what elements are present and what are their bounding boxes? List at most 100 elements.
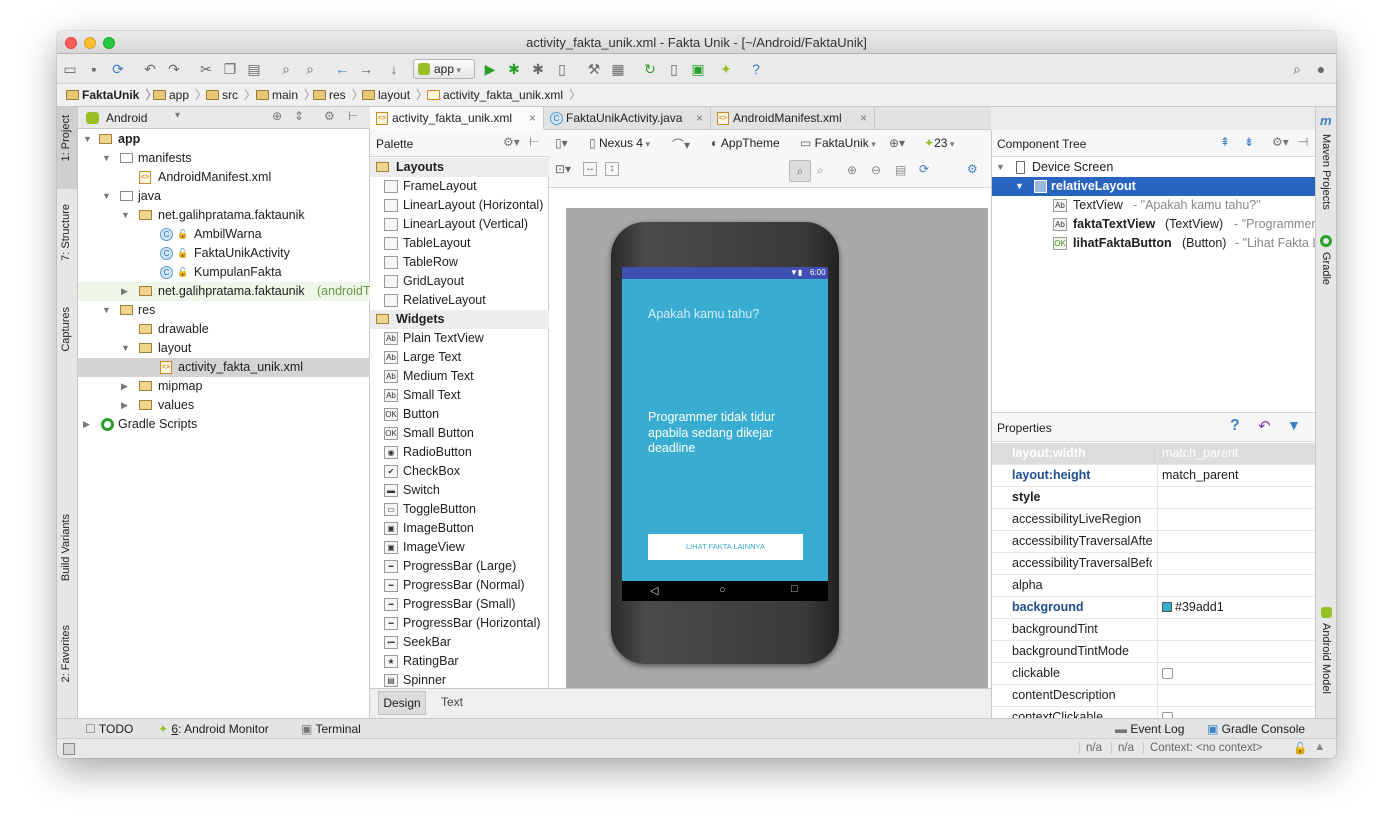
checkbox[interactable]: [1162, 668, 1173, 679]
property-row[interactable]: accessibilityTraversalBefore: [992, 553, 1316, 575]
collapse-all-icon[interactable]: ⇕: [294, 109, 304, 123]
property-value[interactable]: [1157, 685, 1316, 706]
property-value[interactable]: [1157, 531, 1316, 552]
palette-item[interactable]: ━ ProgressBar (Small): [370, 595, 549, 614]
palette-item[interactable]: Ab Large Text: [370, 348, 549, 367]
palette-item[interactable]: ━ ProgressBar (Large): [370, 557, 549, 576]
property-value[interactable]: #39add1: [1157, 597, 1316, 618]
chevron-down-icon[interactable]: ▾: [175, 110, 180, 121]
android-monitor-tool-button[interactable]: ✦ 6: Android Monitor: [158, 722, 269, 736]
question-text[interactable]: Apakah kamu tahu?: [648, 307, 759, 321]
device-select[interactable]: ▯ Nexus 4 ▾: [589, 136, 650, 150]
gradle-console-tool-button[interactable]: ▣ Gradle Console: [1207, 722, 1305, 736]
tree-row-mipmap[interactable]: ▶ mipmap: [78, 377, 370, 396]
search-everywhere-icon[interactable]: ⌕: [1288, 60, 1306, 78]
palette-item[interactable]: OK Button: [370, 405, 549, 424]
device-monitor-icon[interactable]: ▣: [689, 60, 707, 78]
zoom-out-icon[interactable]: ⊖: [871, 163, 881, 177]
tree-row-res[interactable]: ▼ res: [78, 301, 370, 320]
property-row[interactable]: backgroundTintMode: [992, 641, 1316, 663]
terminal-tool-button[interactable]: ▣ Terminal: [301, 722, 361, 736]
palette-item[interactable]: ▭ ToggleButton: [370, 500, 549, 519]
property-value[interactable]: [1157, 575, 1316, 596]
help-icon[interactable]: ?: [747, 60, 765, 78]
run-icon[interactable]: ▶: [481, 60, 499, 78]
redo-icon[interactable]: ↷: [165, 60, 183, 78]
tree-row-drawable[interactable]: drawable: [78, 320, 370, 339]
find-icon[interactable]: ⌕: [277, 60, 295, 78]
undo-icon[interactable]: ↶: [141, 60, 159, 78]
close-tab-icon[interactable]: ×: [696, 107, 703, 130]
attach-debugger-icon[interactable]: ✱: [529, 60, 547, 78]
tree-node-lihatfaktabutton[interactable]: OK lihatFaktaButton (Button) - "Lihat Fakta…: [992, 234, 1319, 253]
fact-text[interactable]: Programmer tidak tidur apabila sedang di…: [648, 410, 798, 457]
breadcrumb-item[interactable]: main 〉: [255, 84, 316, 106]
palette-item[interactable]: ✔ CheckBox: [370, 462, 549, 481]
palette-item[interactable]: Ab Medium Text: [370, 367, 549, 386]
sdk-manager-icon[interactable]: ▦: [609, 60, 627, 78]
palette-item[interactable]: ▬ Switch: [370, 481, 549, 500]
forward-icon[interactable]: →: [357, 60, 375, 78]
minimize-window-button[interactable]: [84, 37, 96, 49]
palette-item[interactable]: OK Small Button: [370, 424, 549, 443]
palette-group[interactable]: Layouts: [370, 158, 549, 177]
recents-icon[interactable]: □: [791, 583, 798, 595]
palette-item[interactable]: ★ RatingBar: [370, 652, 549, 671]
lock-icon[interactable]: 🔓: [1293, 741, 1307, 755]
property-row[interactable]: layout:height match_parent: [992, 465, 1316, 487]
open-folder-icon[interactable]: ▭: [61, 60, 79, 78]
help-icon[interactable]: ?: [1230, 417, 1240, 435]
property-row[interactable]: backgroundTint: [992, 619, 1316, 641]
apply-changes-icon[interactable]: ▯: [553, 60, 571, 78]
tree-node-faktatextview[interactable]: Ab faktaTextView (TextView) - "Programmer: [992, 215, 1316, 234]
palette-item[interactable]: •━ SeekBar: [370, 633, 549, 652]
text-tab[interactable]: Text: [428, 691, 476, 715]
restore-default-icon[interactable]: ↶: [1258, 417, 1271, 435]
zoom-actual-icon[interactable]: ⌕: [817, 163, 824, 178]
cut-icon[interactable]: ✂: [197, 60, 215, 78]
run-config-select[interactable]: app ▾: [413, 59, 475, 79]
design-tab[interactable]: Design: [378, 691, 426, 715]
close-window-button[interactable]: [65, 37, 77, 49]
property-value[interactable]: [1157, 619, 1316, 640]
property-value[interactable]: [1157, 487, 1316, 508]
tree-row-java[interactable]: ▼ java: [78, 187, 370, 206]
breadcrumb-item[interactable]: activity_fakta_unik.xml 〉: [426, 84, 581, 106]
tree-row-ambilwarna[interactable]: C 🔓 AmbilWarna: [78, 225, 370, 244]
palette-item[interactable]: ▣ ImageView: [370, 538, 549, 557]
gear-icon[interactable]: ⚙: [324, 109, 335, 123]
tool-tab-structure[interactable]: 7: Structure: [60, 204, 72, 261]
property-row[interactable]: style: [992, 487, 1316, 509]
property-value[interactable]: match_parent: [1157, 443, 1316, 464]
tree-row-faktaunikactivity[interactable]: C 🔓 FaktaUnikActivity: [78, 244, 370, 263]
locale-icon[interactable]: ⊕▾: [889, 136, 905, 150]
gear-icon[interactable]: ⚙▾: [503, 135, 520, 149]
tool-tab-captures[interactable]: Captures: [60, 307, 72, 352]
palette-item[interactable]: ▣ ImageButton: [370, 519, 549, 538]
back-icon[interactable]: ←: [333, 60, 351, 78]
tool-windows-toggle-icon[interactable]: [63, 743, 75, 755]
screenshot-icon[interactable]: ▤: [895, 163, 906, 177]
palette-item[interactable]: Ab Plain TextView: [370, 329, 549, 348]
tree-row-app[interactable]: ▼ app: [78, 130, 370, 149]
tree-row-activity-layout-selected[interactable]: <> activity_fakta_unik.xml: [78, 358, 370, 377]
tree-node-relativelayout-selected[interactable]: ▼ relativeLayout: [992, 177, 1316, 196]
property-row[interactable]: accessibilityLiveRegion: [992, 509, 1316, 531]
palette-group[interactable]: Widgets: [370, 310, 549, 329]
tool-tab-build-variants[interactable]: Build Variants: [60, 514, 72, 581]
palette-item[interactable]: GridLayout: [370, 272, 549, 291]
collapse-all-icon[interactable]: ⇟: [1244, 135, 1254, 149]
refresh-icon[interactable]: ⟳: [919, 162, 929, 176]
tree-node-textview[interactable]: Ab TextView - "Apakah kamu tahu?": [992, 196, 1316, 215]
back-icon[interactable]: ◁: [650, 584, 658, 597]
palette-item[interactable]: FrameLayout: [370, 177, 549, 196]
editor-tab-manifest[interactable]: <> AndroidManifest.xml ×: [711, 107, 875, 130]
filter-icon[interactable]: ▼: [1287, 417, 1301, 433]
orientation-icon[interactable]: ⌒▾: [672, 136, 690, 153]
zoom-to-fit-icon[interactable]: ⌕: [789, 160, 811, 182]
property-row[interactable]: contextClickable: [992, 707, 1316, 718]
palette-item[interactable]: LinearLayout (Horizontal): [370, 196, 549, 215]
expand-all-icon[interactable]: ⇞: [1220, 135, 1230, 149]
property-row[interactable]: layout:width match_parent: [992, 443, 1316, 465]
palette-item[interactable]: TableRow: [370, 253, 549, 272]
